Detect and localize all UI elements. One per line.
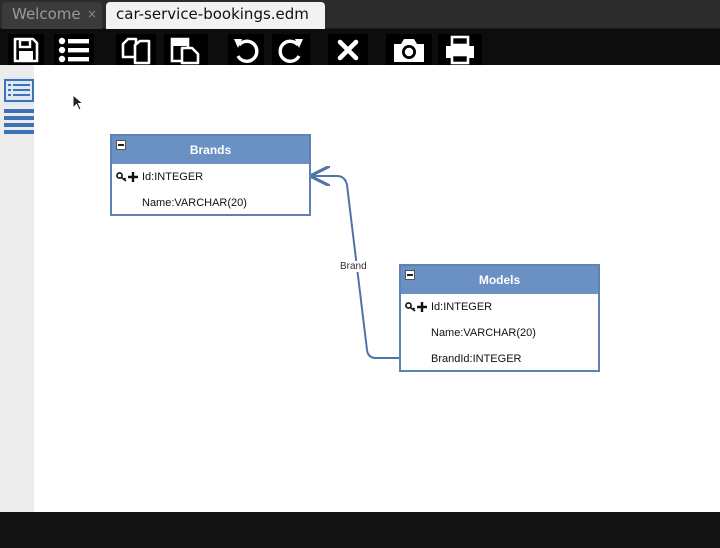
tab-welcome-label: Welcome: [12, 5, 81, 23]
undo-button[interactable]: [228, 34, 264, 65]
delete-button[interactable]: [328, 34, 368, 65]
status-bar: [0, 512, 720, 548]
primary-key-icon: [405, 302, 427, 312]
collapse-icon[interactable]: [116, 140, 126, 150]
tab-car-service-bookings[interactable]: car-service-bookings.edm: [106, 2, 325, 29]
sidebar: [0, 65, 34, 512]
delete-icon: [337, 39, 359, 60]
field-row[interactable]: Name:VARCHAR(20): [401, 320, 598, 346]
collapse-icon[interactable]: [405, 270, 415, 280]
tab-welcome[interactable]: Welcome ×: [2, 2, 102, 29]
camera-icon: [394, 38, 424, 62]
field-label: Name:VARCHAR(20): [431, 327, 536, 339]
entity-list-button[interactable]: [4, 77, 34, 105]
menu-lines-button[interactable]: [4, 107, 34, 135]
print-button[interactable]: [438, 34, 482, 65]
paste-button[interactable]: [164, 34, 208, 65]
undo-icon: [234, 38, 259, 63]
redo-button[interactable]: [272, 34, 310, 65]
field-label: Name:VARCHAR(20): [142, 197, 247, 209]
diagram-canvas[interactable]: Brand Brands Id:INTEGER Name:VARCHAR(20)…: [34, 65, 720, 512]
field-label: BrandId:INTEGER: [431, 353, 522, 365]
copy-icon: [121, 37, 151, 64]
print-icon: [446, 35, 474, 64]
entity-models[interactable]: Models Id:INTEGER Name:VARCHAR(20) Brand…: [399, 264, 600, 372]
entity-title: Brands: [189, 143, 232, 157]
field-label: Id:INTEGER: [142, 171, 204, 183]
mouse-cursor: [72, 94, 85, 111]
tab-active-label: car-service-bookings.edm: [116, 5, 309, 23]
copy-button[interactable]: [116, 34, 156, 65]
paste-icon: [170, 37, 200, 64]
save-icon: [13, 37, 39, 62]
tab-close-icon[interactable]: ×: [87, 2, 97, 26]
entity-header[interactable]: Models: [401, 266, 598, 294]
field-row[interactable]: Id:INTEGER: [112, 164, 309, 190]
list-button[interactable]: [54, 34, 94, 65]
entity-list-icon: [4, 79, 34, 102]
toolbar: [0, 29, 720, 65]
redo-icon: [278, 38, 303, 63]
entity-brands[interactable]: Brands Id:INTEGER Name:VARCHAR(20): [110, 134, 311, 216]
field-label: Id:INTEGER: [431, 301, 493, 313]
field-row[interactable]: Name:VARCHAR(20): [112, 190, 309, 216]
tab-bar: Welcome × car-service-bookings.edm: [0, 0, 720, 29]
relationship-lines: [34, 65, 399, 359]
entity-title: Models: [478, 273, 521, 287]
list-icon: [58, 37, 89, 62]
entity-header[interactable]: Brands: [112, 136, 309, 164]
screenshot-button[interactable]: [386, 34, 432, 65]
relationship-label[interactable]: Brand: [340, 261, 367, 272]
save-button[interactable]: [8, 34, 44, 65]
field-row[interactable]: Id:INTEGER: [401, 294, 598, 320]
primary-key-icon: [116, 172, 138, 182]
menu-lines-icon: [4, 109, 34, 134]
field-row[interactable]: BrandId:INTEGER: [401, 346, 598, 372]
